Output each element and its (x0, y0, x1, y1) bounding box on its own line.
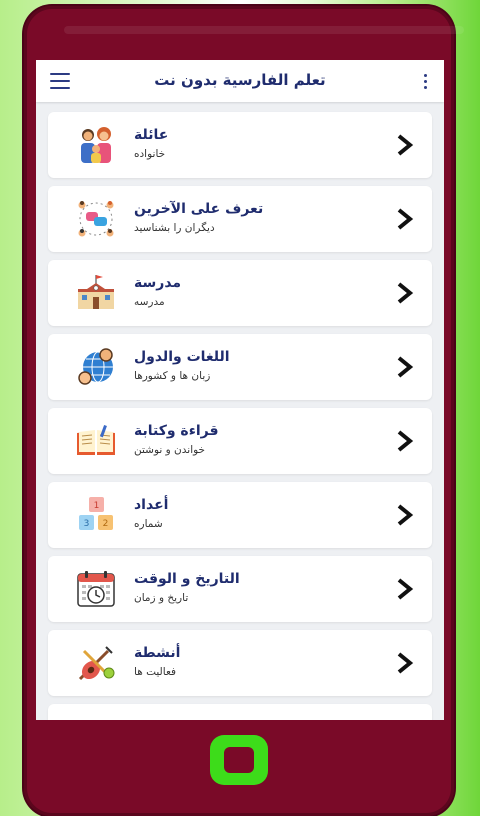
chevron-right-icon (397, 356, 414, 378)
category-item-school[interactable]: مدرسة مدرسه (48, 260, 432, 326)
app-bar: تعلم الفارسية بدون نت (36, 60, 444, 102)
chevron-right-icon (397, 430, 414, 452)
open-book-icon (77, 425, 115, 455)
calendar-clock-icon (77, 571, 115, 607)
chevron-right-icon (397, 208, 414, 230)
category-item-numbers[interactable]: 1 3 2 أعداد شماره (48, 482, 432, 548)
category-title: أنشطة (134, 645, 181, 661)
category-item-partial[interactable] (48, 704, 432, 720)
category-title: مدرسة (134, 275, 182, 291)
school-icon (78, 275, 114, 309)
app-screen: تعلم الفارسية بدون نت عائلة خانواده تعرف… (36, 60, 444, 720)
category-title: عائلة (134, 127, 169, 143)
category-item-date-time[interactable]: التاريخ و الوقت تاریخ و زمان (48, 556, 432, 622)
category-subtitle: خواندن و نوشتن (134, 444, 206, 456)
category-subtitle: فعالیت ها (134, 666, 177, 678)
svg-text:3: 3 (84, 519, 90, 529)
chevron-right-icon (397, 282, 414, 304)
sports-icon (78, 646, 115, 681)
category-subtitle: زبان ها و کشورها (134, 370, 211, 382)
chevron-right-icon (397, 134, 414, 156)
family-icon (81, 127, 111, 163)
category-title: أعداد (134, 497, 169, 513)
category-item-family[interactable]: عائلة خانواده (48, 112, 432, 178)
category-title: اللغات والدول (134, 349, 230, 365)
app-title: تعلم الفارسية بدون نت (154, 71, 326, 89)
category-subtitle: شماره (134, 518, 163, 530)
category-title: قراءة وكتابة (134, 423, 219, 439)
category-item-activities[interactable]: أنشطة فعالیت ها (48, 630, 432, 696)
category-subtitle: مدرسه (134, 296, 165, 308)
chevron-right-icon (397, 652, 414, 674)
globe-people-icon (78, 348, 113, 385)
category-subtitle: خانواده (134, 148, 166, 160)
category-item-meeting-people[interactable]: تعرف على الآخرين دیگران را بشناسید (48, 186, 432, 252)
svg-text:2: 2 (103, 519, 109, 529)
home-button[interactable] (210, 735, 268, 785)
chevron-right-icon (397, 504, 414, 526)
category-item-languages-countries[interactable]: اللغات والدول زبان ها و کشورها (48, 334, 432, 400)
category-title: التاريخ و الوقت (134, 571, 240, 587)
category-title: تعرف على الآخرين (134, 201, 264, 217)
meeting-people-icon (78, 201, 114, 237)
number-blocks-icon: 1 3 2 (79, 497, 113, 530)
category-item-reading-writing[interactable]: قراءة وكتابة خواندن و نوشتن (48, 408, 432, 474)
category-subtitle: دیگران را بشناسید (134, 222, 215, 234)
chevron-right-icon (397, 578, 414, 600)
category-subtitle: تاریخ و زمان (134, 592, 189, 604)
phone-shine (64, 26, 464, 34)
more-vertical-icon[interactable] (424, 74, 428, 90)
svg-text:1: 1 (94, 501, 100, 511)
